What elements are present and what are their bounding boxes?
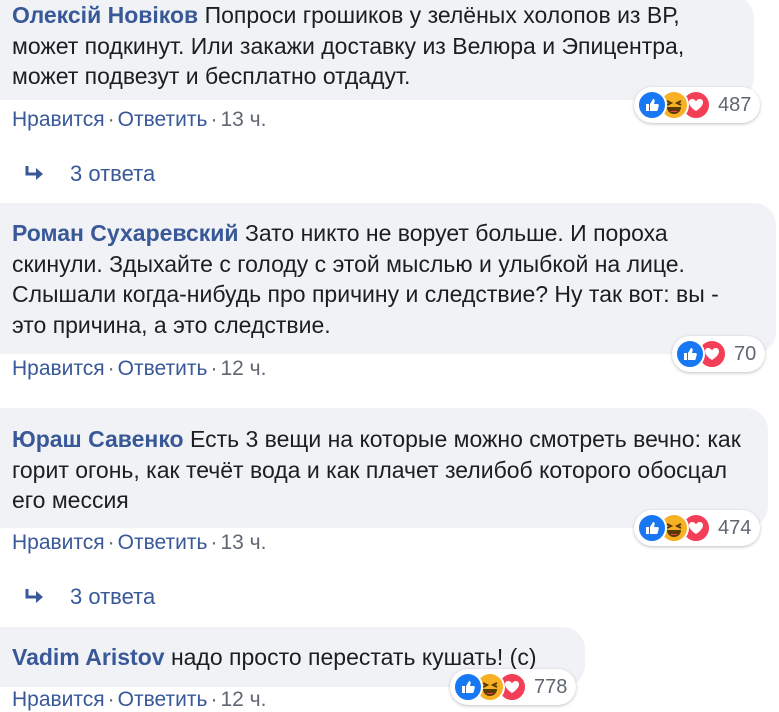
- comment-author[interactable]: Роман Сухаревский: [12, 220, 239, 246]
- like-link[interactable]: Нравится: [12, 108, 105, 131]
- reactions-summary[interactable]: 487: [634, 87, 761, 123]
- comment-text: надо просто перестать кушать! (с): [170, 644, 537, 670]
- comment-time[interactable]: 13 ч.: [220, 108, 266, 131]
- comment-actions: Нравится · Ответить · 13 ч.: [12, 108, 266, 132]
- like-reaction-icon: [637, 513, 667, 543]
- reaction-count: 778: [534, 675, 568, 698]
- separator-dot: ·: [107, 531, 115, 554]
- reply-link[interactable]: Ответить: [118, 688, 208, 711]
- view-replies-link[interactable]: 3 ответа: [24, 584, 155, 610]
- separator-dot: ·: [210, 531, 218, 554]
- reply-arrow-icon: [25, 166, 43, 180]
- comment-author[interactable]: Юраш Савенко: [12, 426, 184, 452]
- reaction-count: 70: [734, 342, 757, 365]
- reply-arrow-icon: [25, 589, 43, 603]
- comment-actions: Нравится · Ответить · 12 ч.: [12, 688, 266, 712]
- comment-actions: Нравится · Ответить · 13 ч.: [12, 531, 266, 555]
- view-replies-link[interactable]: 3 ответа: [24, 161, 155, 187]
- like-reaction-icon: [675, 339, 705, 369]
- separator-dot: ·: [107, 108, 115, 131]
- like-link[interactable]: Нравится: [12, 357, 105, 380]
- comment-time[interactable]: 13 ч.: [220, 531, 266, 554]
- comment-author[interactable]: Vadim Aristov: [12, 644, 165, 670]
- reply-link[interactable]: Ответить: [118, 531, 208, 554]
- comment-bubble: Роман Сухаревский Зато никто не ворует б…: [0, 203, 776, 354]
- reactions-summary[interactable]: 70: [672, 336, 766, 372]
- reply-link[interactable]: Ответить: [118, 357, 208, 380]
- reply-link[interactable]: Ответить: [118, 108, 208, 131]
- reaction-count: 487: [718, 93, 752, 116]
- comment-time[interactable]: 12 ч.: [220, 688, 266, 711]
- like-link[interactable]: Нравится: [12, 688, 105, 711]
- like-link[interactable]: Нравится: [12, 531, 105, 554]
- replies-count: 3 ответа: [70, 161, 156, 186]
- replies-count: 3 ответа: [70, 584, 156, 609]
- reaction-count: 474: [718, 516, 752, 539]
- comment-actions: Нравится · Ответить · 12 ч.: [12, 357, 266, 381]
- separator-dot: ·: [107, 688, 115, 711]
- reactions-summary[interactable]: 778: [450, 669, 577, 705]
- like-reaction-icon: [637, 90, 667, 120]
- separator-dot: ·: [210, 357, 218, 380]
- reactions-summary[interactable]: 474: [634, 510, 761, 546]
- separator-dot: ·: [210, 108, 218, 131]
- comment-bubble: Олексій Новіков Попроси грошиков у зелён…: [0, 0, 754, 100]
- separator-dot: ·: [210, 688, 218, 711]
- comment-time[interactable]: 12 ч.: [220, 357, 266, 380]
- comment-author[interactable]: Олексій Новіков: [12, 2, 198, 28]
- like-reaction-icon: [453, 672, 483, 702]
- separator-dot: ·: [107, 357, 115, 380]
